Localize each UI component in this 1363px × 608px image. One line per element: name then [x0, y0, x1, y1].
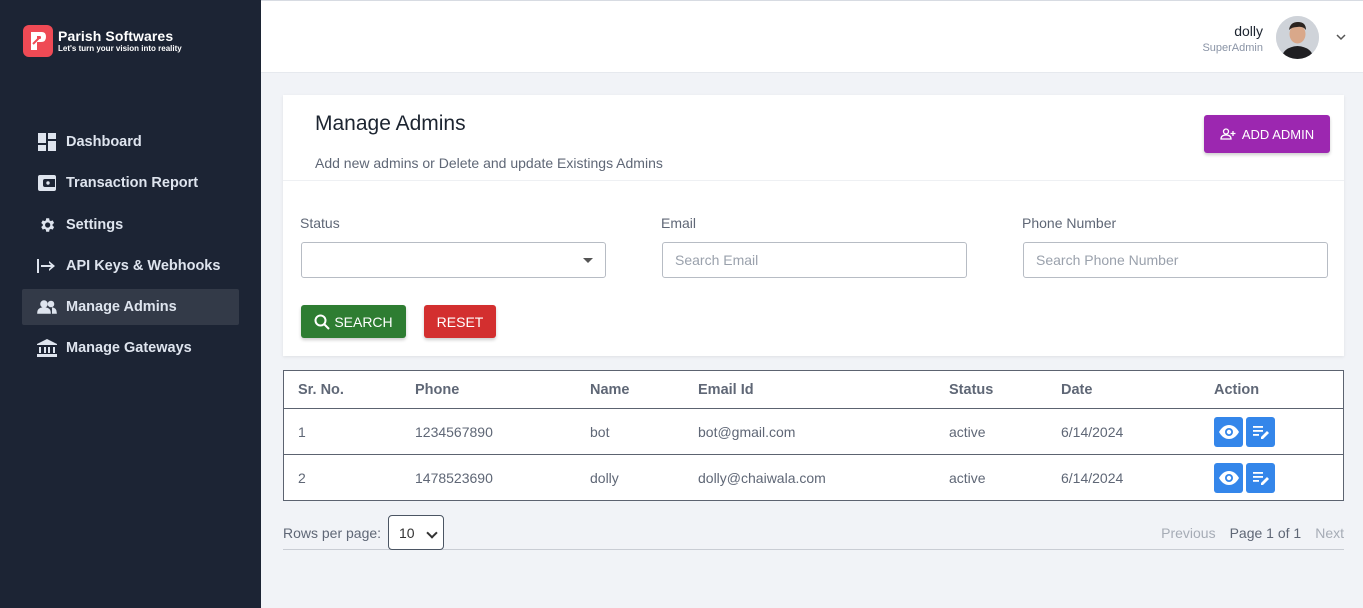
page-title: Manage Admins: [315, 112, 466, 135]
status-label: Status: [300, 215, 340, 231]
brand-name: Parish Softwares: [58, 28, 174, 44]
col-date[interactable]: Date: [1061, 382, 1092, 398]
sidebar-item-label: Dashboard: [66, 134, 142, 150]
table-row: 2 1478523690 dolly dolly@chaiwala.com ac…: [284, 454, 1343, 500]
eye-icon: [1218, 470, 1239, 485]
status-select[interactable]: [301, 242, 606, 278]
dashboard-icon: [37, 132, 57, 152]
reset-button[interactable]: RESET: [424, 305, 496, 338]
card-header: Manage Admins Add new admins or Delete a…: [283, 95, 1344, 181]
sidebar-item-dashboard[interactable]: Dashboard: [22, 124, 239, 160]
cell-status: active: [949, 423, 986, 440]
people-icon: [37, 297, 57, 317]
rows-per-page-select[interactable]: 10: [388, 515, 444, 550]
top-header: dolly SuperAdmin: [261, 0, 1363, 73]
reset-label: RESET: [436, 313, 484, 330]
search-label: SEARCH: [334, 313, 393, 330]
cell-phone: 1478523690: [415, 469, 493, 486]
arrow-to-bar-icon: [37, 256, 57, 276]
edit-button[interactable]: [1246, 416, 1275, 447]
cell-actions: [1214, 416, 1278, 447]
avatar[interactable]: [1276, 16, 1319, 59]
phone-input[interactable]: Search Phone Number: [1023, 242, 1328, 278]
add-admin-button[interactable]: ADD ADMIN: [1204, 115, 1330, 153]
cell-status: active: [949, 469, 986, 486]
chevron-down-icon[interactable]: [1335, 31, 1347, 43]
page-subtitle: Add new admins or Delete and update Exis…: [315, 155, 663, 171]
col-action: Action: [1214, 381, 1260, 398]
col-name[interactable]: Name: [590, 382, 630, 398]
email-label: Email: [661, 215, 697, 231]
cell-actions: [1214, 462, 1278, 493]
phone-field: Phone Number Search Phone Number: [1022, 215, 1328, 278]
user-name: dolly: [1234, 23, 1263, 39]
eye-icon: [1218, 424, 1239, 439]
search-button[interactable]: SEARCH: [301, 305, 406, 338]
user-info[interactable]: dolly SuperAdmin: [1202, 23, 1263, 54]
wallet-icon: [37, 173, 57, 193]
col-status[interactable]: Status: [949, 382, 993, 398]
edit-note-icon: [1252, 425, 1269, 439]
sidebar-item-label: Manage Gateways: [66, 340, 192, 357]
cell-sr: 2: [298, 469, 306, 486]
sidebar-item-manage-gateways[interactable]: Manage Gateways: [22, 330, 239, 366]
filter-card: Manage Admins Add new admins or Delete a…: [283, 95, 1344, 356]
email-field: Email Search Email: [661, 215, 967, 278]
sidebar-item-label: Transaction Report: [66, 175, 199, 192]
sidebar-item-transaction-report[interactable]: Transaction Report: [22, 165, 239, 201]
col-phone[interactable]: Phone: [415, 382, 459, 398]
cell-name: bot: [590, 423, 610, 440]
cell-sr: 1: [298, 423, 306, 440]
brand-tagline: Let's turn your vision into reality: [58, 44, 182, 53]
col-email[interactable]: Email Id: [698, 382, 754, 398]
col-sr-no[interactable]: Sr. No.: [298, 382, 344, 398]
pager: Previous Page 1 of 1 Next: [1161, 525, 1344, 541]
brand[interactable]: Parish Softwares Let's turn your vision …: [23, 25, 182, 57]
edit-button[interactable]: [1246, 462, 1275, 493]
next-button[interactable]: Next: [1315, 525, 1344, 541]
view-button[interactable]: [1214, 416, 1243, 447]
sidebar-item-label: Manage Admins: [66, 299, 177, 316]
sidebar-item-label: API Keys & Webhooks: [66, 257, 221, 274]
gear-icon: [37, 215, 57, 235]
sidebar-item-api-keys[interactable]: API Keys & Webhooks: [22, 248, 239, 284]
cell-email: bot@gmail.com: [698, 423, 796, 440]
status-field: Status: [300, 215, 606, 278]
page-indicator: Page 1 of 1: [1229, 525, 1302, 541]
table-footer: Rows per page: 10 Previous Page 1 of 1 N…: [283, 500, 1344, 550]
sidebar-item-settings[interactable]: Settings: [22, 207, 239, 243]
view-button[interactable]: [1214, 462, 1243, 493]
cell-date: 6/14/2024: [1061, 423, 1124, 440]
sidebar-item-label: Settings: [66, 216, 124, 233]
previous-button[interactable]: Previous: [1161, 525, 1215, 541]
table-row: 1 1234567890 bot bot@gmail.com active 6/…: [284, 408, 1343, 454]
sidebar: Parish Softwares Let's turn your vision …: [0, 0, 261, 608]
cell-email: dolly@chaiwala.com: [698, 469, 826, 486]
brand-logo-icon: [23, 25, 53, 57]
cell-phone: 1234567890: [415, 423, 493, 440]
bank-icon: [37, 338, 57, 358]
phone-label: Phone Number: [1022, 215, 1117, 231]
email-input[interactable]: Search Email: [662, 242, 967, 278]
search-icon: [314, 314, 331, 330]
cell-date: 6/14/2024: [1061, 469, 1124, 486]
table-header-row: Sr. No. Phone Name Email Id Status Date …: [284, 371, 1343, 408]
admins-table: Sr. No. Phone Name Email Id Status Date …: [283, 370, 1344, 501]
edit-note-icon: [1252, 471, 1269, 485]
cell-name: dolly: [590, 469, 619, 486]
rows-per-page-label: Rows per page:: [283, 525, 382, 541]
sidebar-item-manage-admins[interactable]: Manage Admins: [22, 289, 239, 326]
add-person-icon: [1220, 128, 1236, 140]
user-role: SuperAdmin: [1202, 42, 1263, 54]
add-admin-label: ADD ADMIN: [1241, 126, 1315, 142]
sidebar-nav: Dashboard Transaction Report Settings AP…: [22, 124, 239, 372]
